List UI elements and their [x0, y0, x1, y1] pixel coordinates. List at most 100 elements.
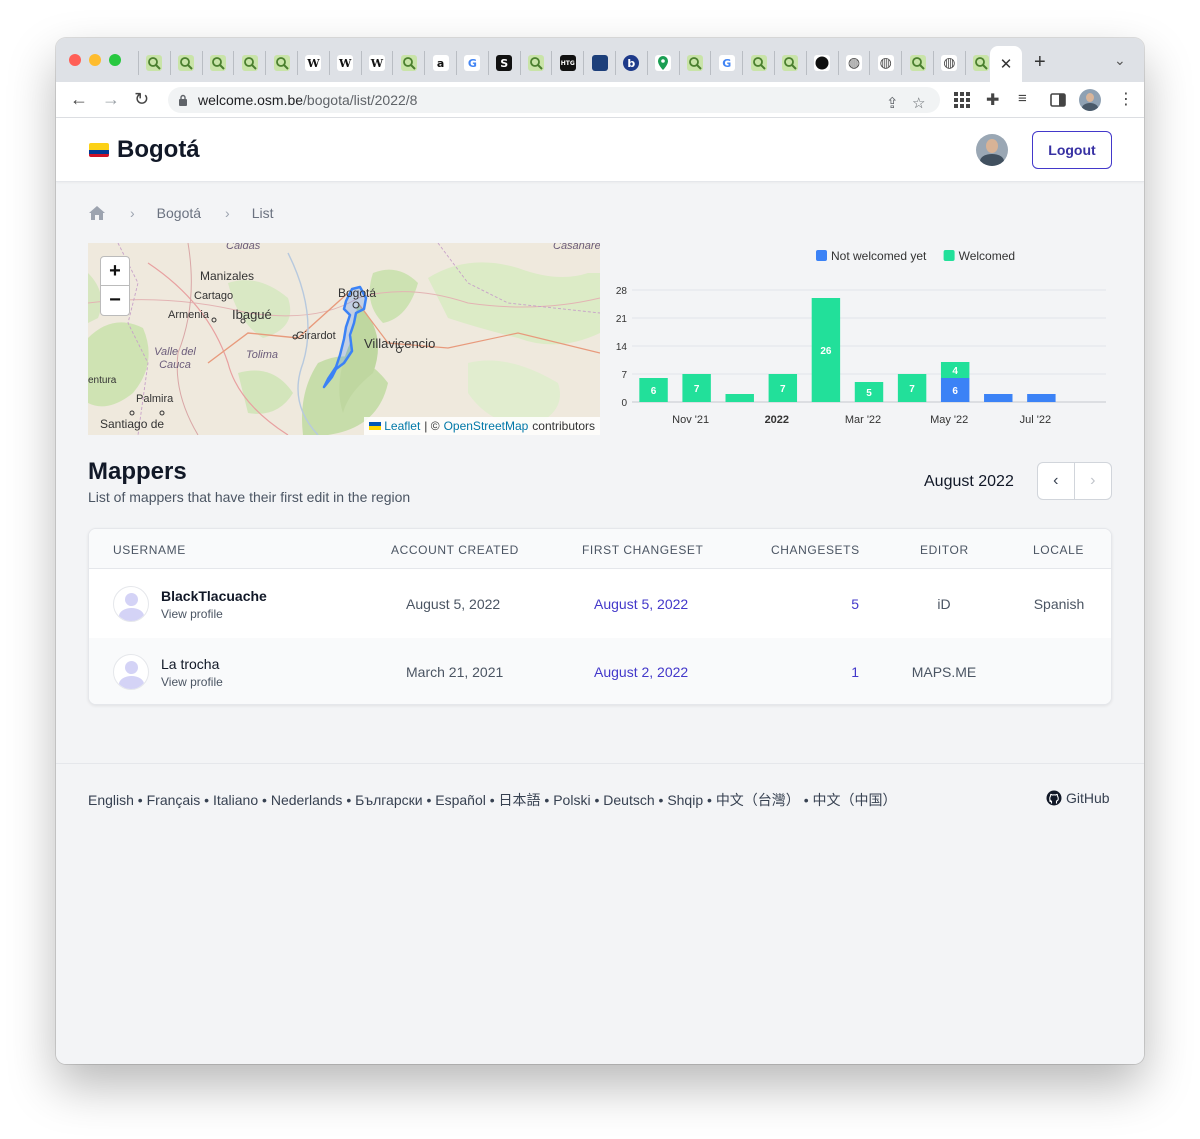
new-tab-button[interactable]: + — [1034, 51, 1046, 73]
map-label: Armenia — [168, 309, 209, 321]
language-link[interactable]: Български — [355, 792, 422, 808]
openstreetmap-link[interactable]: OpenStreetMap — [444, 419, 529, 433]
editor: MAPS.ME — [911, 664, 977, 680]
browser-tab[interactable] — [742, 51, 774, 75]
chevron-right-icon: › — [130, 205, 135, 221]
osm-icon — [686, 55, 703, 71]
browser-tab[interactable] — [233, 51, 265, 75]
share-icon[interactable]: ⇪ — [886, 94, 899, 112]
browser-tab[interactable]: W — [360, 51, 393, 75]
user-avatar[interactable] — [976, 134, 1008, 166]
column-header-first-changeset: First changeset — [582, 543, 704, 557]
amazon-icon: a — [432, 55, 449, 71]
language-separator: • — [422, 792, 436, 808]
browser-tab[interactable] — [678, 51, 711, 75]
breadcrumb-item-bogota[interactable]: Bogotá — [157, 205, 201, 221]
previous-month-button[interactable]: ‹ — [1038, 463, 1075, 499]
bar-value-label: 6 — [651, 386, 657, 397]
browser-tab[interactable]: W — [328, 51, 361, 75]
zoom-in-button[interactable]: + — [100, 256, 130, 286]
github-link[interactable]: GitHub — [1046, 790, 1110, 806]
mappers-table: Username Account created First changeset… — [88, 528, 1112, 705]
changesets-count-link[interactable]: 5 — [789, 596, 859, 612]
language-link[interactable]: 中文（中国） — [813, 792, 897, 808]
home-icon[interactable] — [88, 205, 106, 221]
browser-tab[interactable] — [519, 51, 552, 75]
site-footer: English • Français • Italiano • Nederlan… — [56, 763, 1144, 808]
region-map[interactable]: Caldas Casanare Manizales Cartago Armeni… — [88, 243, 600, 435]
browser-tab[interactable] — [805, 51, 838, 75]
side-panel-icon[interactable] — [1050, 92, 1066, 108]
reload-icon[interactable]: ↻ — [134, 88, 149, 110]
changesets-count-link[interactable]: 1 — [789, 664, 859, 680]
next-month-button[interactable]: › — [1075, 463, 1112, 499]
zoom-out-button[interactable]: − — [100, 286, 130, 316]
active-tab[interactable]: ✕ — [990, 46, 1022, 82]
browser-tab[interactable] — [201, 51, 234, 75]
legend-swatch — [816, 250, 827, 261]
language-link[interactable]: Shqip — [667, 792, 703, 808]
language-link[interactable]: Español — [435, 792, 486, 808]
newspaper-icon — [591, 55, 608, 71]
browser-tab[interactable]: W — [296, 51, 329, 75]
browser-tab[interactable]: ◍ — [932, 51, 965, 75]
language-link[interactable]: English — [88, 792, 134, 808]
map-attribution: Leaflet | © OpenStreetMap contributors — [364, 417, 600, 435]
language-link[interactable]: Français — [147, 792, 201, 808]
account-created: August 5, 2022 — [406, 596, 501, 612]
bar-value-label: 7 — [780, 384, 786, 395]
leaflet-link[interactable]: Leaflet — [384, 419, 420, 433]
language-link[interactable]: Polski — [553, 792, 590, 808]
url-text[interactable]: welcome.osm.be/bogota/list/2022/8 — [198, 92, 417, 108]
browser-tab[interactable] — [773, 51, 806, 75]
username[interactable]: La trocha — [161, 656, 219, 672]
browser-tab[interactable]: S — [487, 51, 520, 75]
maximize-window-button[interactable] — [109, 54, 121, 66]
browser-tab[interactable] — [265, 51, 297, 75]
more-menu-icon[interactable]: ⋮ — [1118, 89, 1134, 109]
lock-icon[interactable] — [178, 94, 188, 106]
column-header-changesets: Changesets — [771, 543, 860, 557]
browser-tab[interactable]: G — [455, 51, 488, 75]
username[interactable]: BlackTlacuache — [161, 588, 267, 604]
language-link[interactable]: 日本語 — [499, 792, 541, 808]
extensions-puzzle-icon[interactable]: ✚ — [986, 90, 999, 110]
browser-tab[interactable]: ◍ — [837, 51, 870, 75]
reading-list-icon[interactable]: ≡ — [1018, 90, 1027, 107]
browser-tab[interactable] — [583, 51, 615, 75]
bookmark-star-icon[interactable]: ☆ — [912, 94, 925, 112]
address-bar[interactable]: welcome.osm.be/bogota/list/2022/8 ⇪ ☆ — [168, 87, 940, 113]
browser-tab[interactable]: G — [710, 51, 742, 75]
forward-icon[interactable]: → — [102, 88, 120, 110]
apps-grid-icon[interactable] — [954, 92, 970, 108]
browser-tab[interactable] — [138, 51, 170, 75]
browser-tab[interactable]: b — [614, 51, 647, 75]
profile-avatar[interactable] — [1079, 89, 1101, 111]
language-link[interactable]: Italiano — [213, 792, 258, 808]
map-label: Valle del Cauca — [154, 346, 196, 371]
view-profile-link[interactable]: View profile — [161, 607, 223, 621]
close-window-button[interactable] — [69, 54, 81, 66]
language-link[interactable]: 中文（台灣） — [716, 792, 800, 808]
browser-tab[interactable] — [901, 51, 933, 75]
first-changeset-link[interactable]: August 2, 2022 — [594, 664, 688, 680]
browser-tab[interactable]: a — [424, 51, 456, 75]
view-profile-link[interactable]: View profile — [161, 675, 223, 689]
first-changeset-link[interactable]: August 5, 2022 — [594, 596, 688, 612]
tab-search-icon[interactable]: ⌄ — [1114, 52, 1126, 69]
browser-tab[interactable]: ◍ — [869, 51, 901, 75]
browser-tab[interactable] — [646, 51, 679, 75]
language-link[interactable]: Nederlands — [271, 792, 343, 808]
breadcrumb-item-list[interactable]: List — [252, 205, 274, 221]
minimize-window-button[interactable] — [89, 54, 101, 66]
github-label: GitHub — [1066, 790, 1110, 806]
logout-button[interactable]: Logout — [1032, 131, 1112, 169]
language-link[interactable]: Deutsch — [603, 792, 654, 808]
browser-tab[interactable] — [392, 51, 424, 75]
back-icon[interactable]: ← — [70, 88, 88, 110]
account-created: March 21, 2021 — [406, 664, 504, 680]
browser-tab[interactable] — [169, 51, 202, 75]
tab-close-icon[interactable]: ✕ — [1000, 55, 1013, 73]
chevron-right-icon: › — [225, 205, 230, 221]
browser-tab[interactable]: HTG — [551, 51, 583, 75]
